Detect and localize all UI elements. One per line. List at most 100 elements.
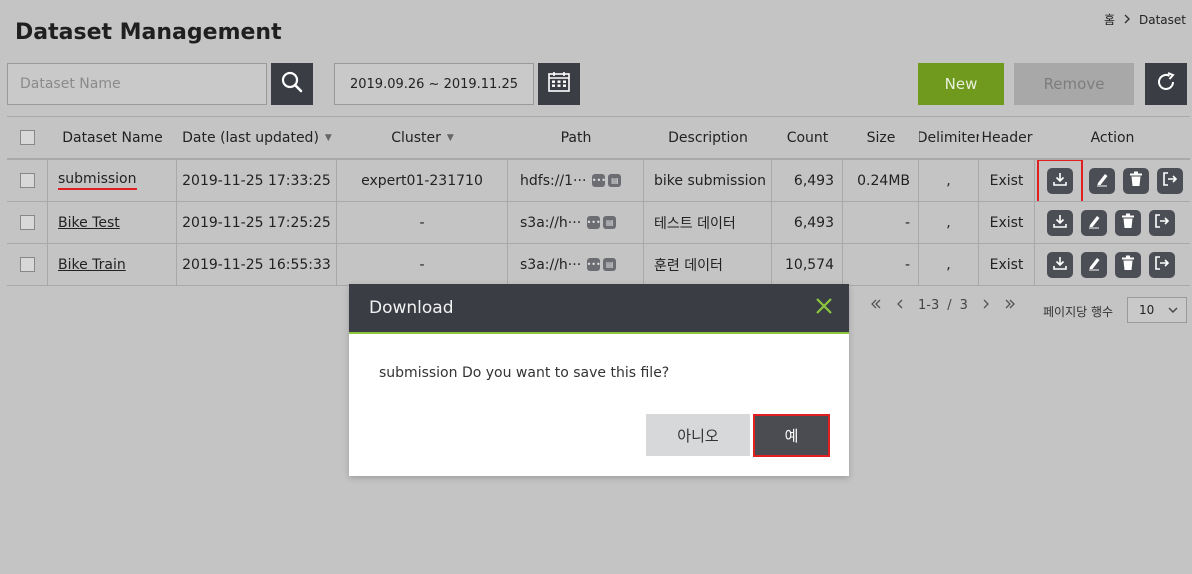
row-delimiter: , xyxy=(919,202,979,243)
edit-icon xyxy=(1094,171,1110,191)
close-icon[interactable] xyxy=(815,297,833,319)
trash-icon xyxy=(1129,171,1143,191)
col-date[interactable]: Date (last updated) ▼ xyxy=(177,117,337,158)
row-path: hdfs://1··· xyxy=(520,172,587,189)
col-path: Path xyxy=(560,129,592,146)
breadcrumb: 홈 Dataset xyxy=(1104,11,1186,28)
page-total: 3 xyxy=(959,298,968,313)
yes-button[interactable]: 예 xyxy=(753,414,830,457)
row-size: - xyxy=(843,244,919,285)
table-header: Dataset Name Date (last updated) ▼ Cluste… xyxy=(7,116,1190,160)
last-page-icon[interactable] xyxy=(1004,298,1016,313)
first-page-icon[interactable] xyxy=(870,298,882,313)
row-path: s3a://h··· xyxy=(520,214,582,231)
more-icon[interactable]: ••• xyxy=(587,216,601,229)
download-button[interactable] xyxy=(1047,251,1073,278)
copy-icon[interactable]: ▤ xyxy=(603,216,617,229)
edit-icon xyxy=(1086,213,1102,233)
export-icon xyxy=(1162,171,1178,191)
row-cluster: expert01-231710 xyxy=(337,160,508,201)
export-button[interactable] xyxy=(1149,251,1175,278)
row-date: 2019-11-25 16:55:33 xyxy=(177,244,337,285)
row-description: 테스트 데이터 xyxy=(644,202,772,243)
sort-down-icon: ▼ xyxy=(446,132,454,143)
row-count: 6,493 xyxy=(772,202,843,243)
col-count: Count xyxy=(786,129,829,146)
col-description: Description xyxy=(668,129,748,146)
download-icon xyxy=(1052,213,1068,233)
table-row: Bike Test 2019-11-25 17:25:25 - s3a://h·… xyxy=(7,202,1190,244)
select-all-checkbox[interactable] xyxy=(20,130,35,145)
page-info: 1-3 / 3 xyxy=(918,298,968,313)
more-icon[interactable]: ••• xyxy=(587,258,601,271)
dataset-table: Dataset Name Date (last updated) ▼ Cluste… xyxy=(7,116,1190,286)
col-date-label: Date (last updated) xyxy=(182,129,319,146)
table-row: submission 2019-11-25 17:33:25 expert01-… xyxy=(7,160,1190,202)
row-count: 6,493 xyxy=(772,160,843,201)
no-button[interactable]: 아니오 xyxy=(646,414,750,456)
edit-button[interactable] xyxy=(1081,209,1107,236)
download-dialog: Download submission Do you want to save … xyxy=(349,284,849,476)
prev-page-icon[interactable] xyxy=(896,298,904,313)
date-range-field[interactable]: 2019.09.26 ~ 2019.11.25 xyxy=(334,63,534,105)
export-icon xyxy=(1154,213,1170,233)
row-header: Exist xyxy=(979,202,1035,243)
more-icon[interactable]: ••• xyxy=(592,174,606,187)
delete-button[interactable] xyxy=(1115,209,1141,236)
search-button[interactable] xyxy=(271,63,313,105)
col-cluster-label: Cluster xyxy=(391,129,441,146)
edit-button[interactable] xyxy=(1081,251,1107,278)
page-title: Dataset Management xyxy=(15,20,282,45)
download-button[interactable] xyxy=(1047,167,1073,194)
calendar-button[interactable] xyxy=(538,63,580,105)
dialog-title: Download xyxy=(369,298,454,318)
delete-button[interactable] xyxy=(1123,167,1149,194)
breadcrumb-home[interactable]: 홈 xyxy=(1104,11,1115,28)
edit-button[interactable] xyxy=(1089,167,1115,194)
refresh-button[interactable] xyxy=(1145,63,1187,105)
dataset-name-link[interactable]: Bike Train xyxy=(58,257,126,273)
trash-icon xyxy=(1121,213,1135,233)
remove-button[interactable]: Remove xyxy=(1014,63,1134,105)
row-size: - xyxy=(843,202,919,243)
sort-down-icon: ▼ xyxy=(324,132,332,143)
row-date: 2019-11-25 17:25:25 xyxy=(177,202,337,243)
delete-button[interactable] xyxy=(1115,251,1141,278)
row-description: 훈련 데이터 xyxy=(644,244,772,285)
chevron-down-icon xyxy=(1168,303,1178,317)
row-header: Exist xyxy=(979,244,1035,285)
export-button[interactable] xyxy=(1149,209,1175,236)
row-date: 2019-11-25 17:33:25 xyxy=(177,160,337,201)
calendar-icon xyxy=(548,72,570,96)
pagination: 1-3 / 3 xyxy=(870,298,1016,313)
breadcrumb-current: Dataset xyxy=(1139,12,1186,27)
col-size: Size xyxy=(866,129,896,146)
page-range: 1-3 xyxy=(918,298,940,313)
col-action: Action xyxy=(1090,129,1135,146)
row-checkbox[interactable] xyxy=(19,215,35,230)
refresh-icon xyxy=(1155,71,1177,97)
per-page-label: 페이지당 행수 xyxy=(1043,305,1114,319)
next-page-icon[interactable] xyxy=(982,298,990,313)
row-checkbox[interactable] xyxy=(19,257,35,272)
row-cluster: - xyxy=(337,202,508,243)
search-icon xyxy=(281,71,303,97)
per-page-value: 10 xyxy=(1139,303,1155,317)
dataset-name-link[interactable]: submission xyxy=(58,171,137,190)
dataset-name-link[interactable]: Bike Test xyxy=(58,215,120,231)
download-icon xyxy=(1052,255,1068,275)
new-button[interactable]: New xyxy=(918,63,1004,105)
export-button[interactable] xyxy=(1157,167,1183,194)
download-button[interactable] xyxy=(1047,209,1073,236)
row-delimiter: , xyxy=(919,244,979,285)
export-icon xyxy=(1154,255,1170,275)
row-count: 10,574 xyxy=(772,244,843,285)
row-checkbox[interactable] xyxy=(19,173,35,188)
copy-icon[interactable]: ▤ xyxy=(603,258,617,271)
dialog-header: Download xyxy=(349,284,849,334)
per-page-select[interactable]: 10 xyxy=(1127,297,1187,323)
dataset-name-input[interactable] xyxy=(7,63,267,105)
copy-icon[interactable]: ▤ xyxy=(608,174,622,187)
col-cluster[interactable]: Cluster ▼ xyxy=(337,117,508,158)
row-delimiter: , xyxy=(919,160,979,201)
